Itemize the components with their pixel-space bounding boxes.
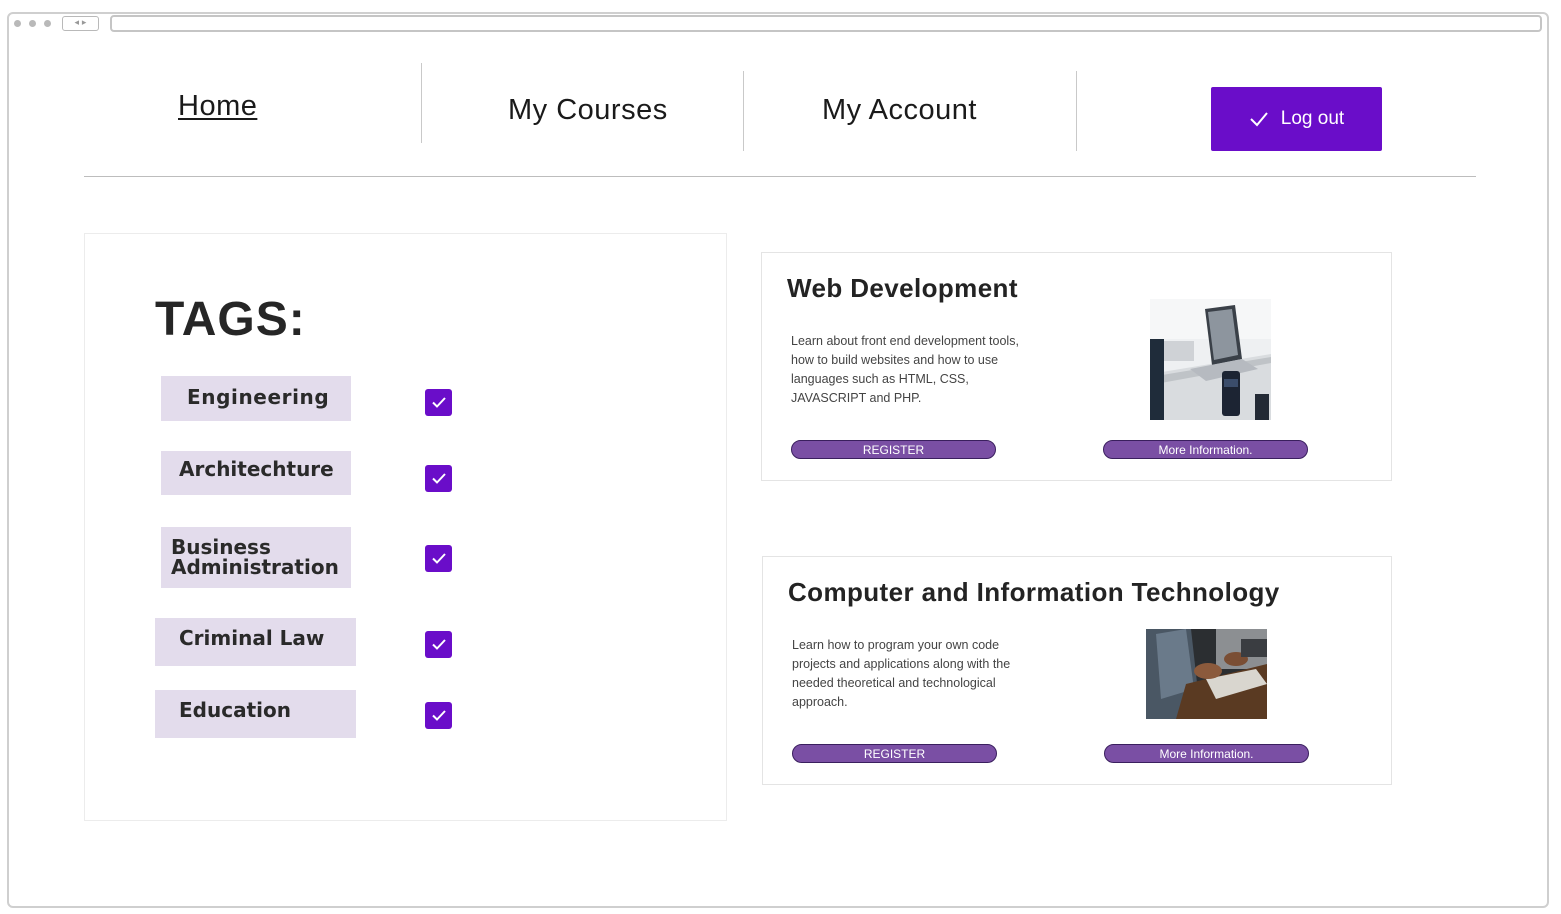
description-line: needed theoretical and technological xyxy=(792,676,996,690)
course-title: Computer and Information Technology xyxy=(788,577,1280,607)
nav-my-courses-link[interactable]: My Courses xyxy=(508,94,668,127)
check-icon xyxy=(431,397,446,408)
tag-label: Business xyxy=(171,535,271,559)
address-bar[interactable] xyxy=(110,15,1542,32)
logout-button[interactable]: Log out xyxy=(1211,87,1382,151)
description-line: Learn how to program your own code xyxy=(792,638,1000,652)
nav-divider xyxy=(1076,71,1077,151)
course-title: Web Development xyxy=(787,273,1018,303)
description-line: approach. xyxy=(792,695,848,709)
tag-business-administration-checkbox[interactable] xyxy=(425,545,452,572)
tag-engineering[interactable]: Engineering xyxy=(161,376,351,421)
tag-criminal-law[interactable]: Criminal Law xyxy=(155,618,356,666)
tag-label: Education xyxy=(179,698,291,722)
tag-label: Architechture xyxy=(179,457,334,481)
tag-label: Administration xyxy=(171,555,339,579)
register-button[interactable]: REGISTER xyxy=(792,744,997,763)
nav-divider xyxy=(743,71,744,151)
register-button[interactable]: REGISTER xyxy=(791,440,996,459)
window-dot-icon[interactable] xyxy=(44,20,51,27)
check-icon xyxy=(431,553,446,564)
header-divider xyxy=(84,176,1476,177)
logout-label: Log out xyxy=(1280,108,1345,129)
more-information-button[interactable]: More Information. xyxy=(1103,440,1308,459)
tag-architechture-checkbox[interactable] xyxy=(425,465,452,492)
window-dot-icon[interactable] xyxy=(14,20,21,27)
check-icon xyxy=(431,639,446,650)
description-line: Learn about front end development tools, xyxy=(791,334,1019,348)
check-icon xyxy=(431,473,446,484)
tag-architechture[interactable]: Architechture xyxy=(161,451,351,495)
tag-education-checkbox[interactable] xyxy=(425,702,452,729)
description-line: languages such as HTML, CSS, xyxy=(791,372,969,386)
course-description: Learn about front end development tools,… xyxy=(791,332,1053,408)
description-line: projects and applications along with the xyxy=(792,657,1011,671)
nav-divider xyxy=(421,63,422,143)
tags-title: TAGS: xyxy=(155,293,306,346)
tag-business-administration[interactable]: Business Administration xyxy=(161,527,351,588)
tag-engineering-checkbox[interactable] xyxy=(425,389,452,416)
check-icon xyxy=(1250,112,1268,127)
tag-label: Criminal Law xyxy=(179,626,325,650)
more-information-button[interactable]: More Information. xyxy=(1104,744,1309,763)
description-line: how to build websites and how to use xyxy=(791,353,999,367)
back-forward-icon[interactable]: ◂ ▸ xyxy=(62,16,99,31)
check-icon xyxy=(431,710,446,721)
tag-criminal-law-checkbox[interactable] xyxy=(425,631,452,658)
people-working-photo xyxy=(1146,629,1267,719)
laptop-desk-photo xyxy=(1150,299,1271,420)
window-dot-icon[interactable] xyxy=(29,20,36,27)
nav-home-link[interactable]: Home xyxy=(178,90,257,123)
description-line: JAVASCRIPT and PHP. xyxy=(791,391,922,405)
tag-label: Engineering xyxy=(187,385,330,409)
nav-my-account-link[interactable]: My Account xyxy=(822,94,977,127)
tag-education[interactable]: Education xyxy=(155,690,356,738)
course-description: Learn how to program your own code proje… xyxy=(792,636,1054,712)
